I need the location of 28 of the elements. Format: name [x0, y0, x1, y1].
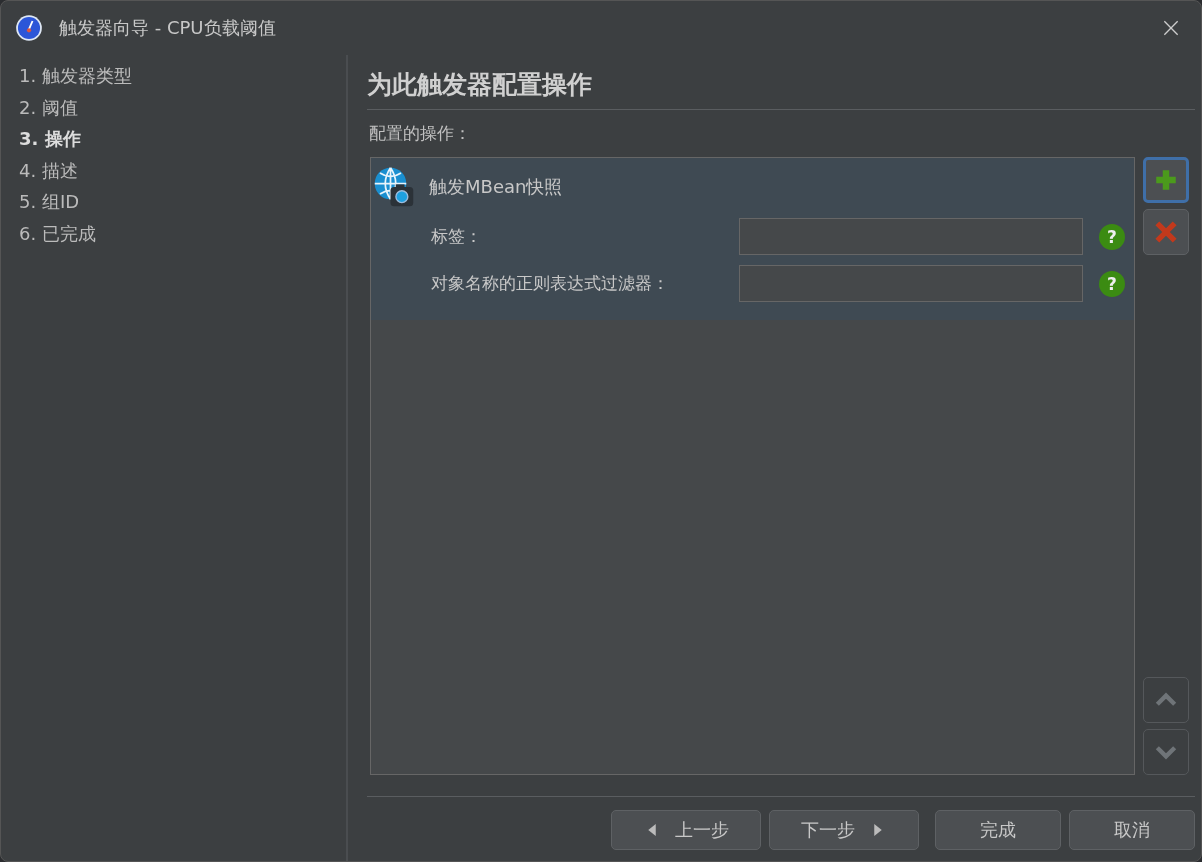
- gauge-icon: [15, 14, 43, 42]
- list-label: 配置的操作：: [369, 122, 472, 145]
- plus-icon: [1153, 167, 1179, 193]
- close-icon: [1161, 18, 1181, 38]
- window-title: 触发器向导 - CPU负载阈值: [59, 16, 277, 40]
- wizard-step: 3. 操作: [19, 126, 346, 153]
- wizard-step: 6. 已完成: [19, 220, 346, 247]
- help-button[interactable]: ?: [1099, 270, 1125, 297]
- field-label: 标签：: [431, 225, 483, 248]
- cancel-button[interactable]: 取消: [1069, 810, 1195, 850]
- field-label: 对象名称的正则表达式过滤器：: [431, 272, 670, 295]
- wizard-step: 4. 描述: [19, 157, 346, 184]
- text-field[interactable]: [739, 265, 1083, 302]
- remove-button[interactable]: [1143, 209, 1189, 255]
- wizard-step: 1. 触发器类型: [19, 63, 346, 90]
- finish-button[interactable]: 完成: [935, 810, 1061, 850]
- add-button[interactable]: [1143, 157, 1189, 203]
- text-field[interactable]: [739, 218, 1083, 255]
- action-item[interactable]: 触发MBean快照 标签： ? 对象名称的正则表达式过滤器： ?: [371, 158, 1134, 320]
- wizard-step: 2. 阈值: [19, 94, 346, 121]
- globe-camera-icon: [373, 166, 415, 208]
- cross-icon: [1153, 219, 1179, 245]
- action-name: 触发MBean快照: [429, 175, 563, 199]
- next-button[interactable]: 下一步: [769, 810, 919, 850]
- help-button[interactable]: ?: [1099, 223, 1125, 250]
- back-button[interactable]: 上一步: [611, 810, 761, 850]
- page-heading: 为此触发器配置操作: [367, 69, 593, 101]
- wizard-step: 5. 组ID: [19, 189, 346, 216]
